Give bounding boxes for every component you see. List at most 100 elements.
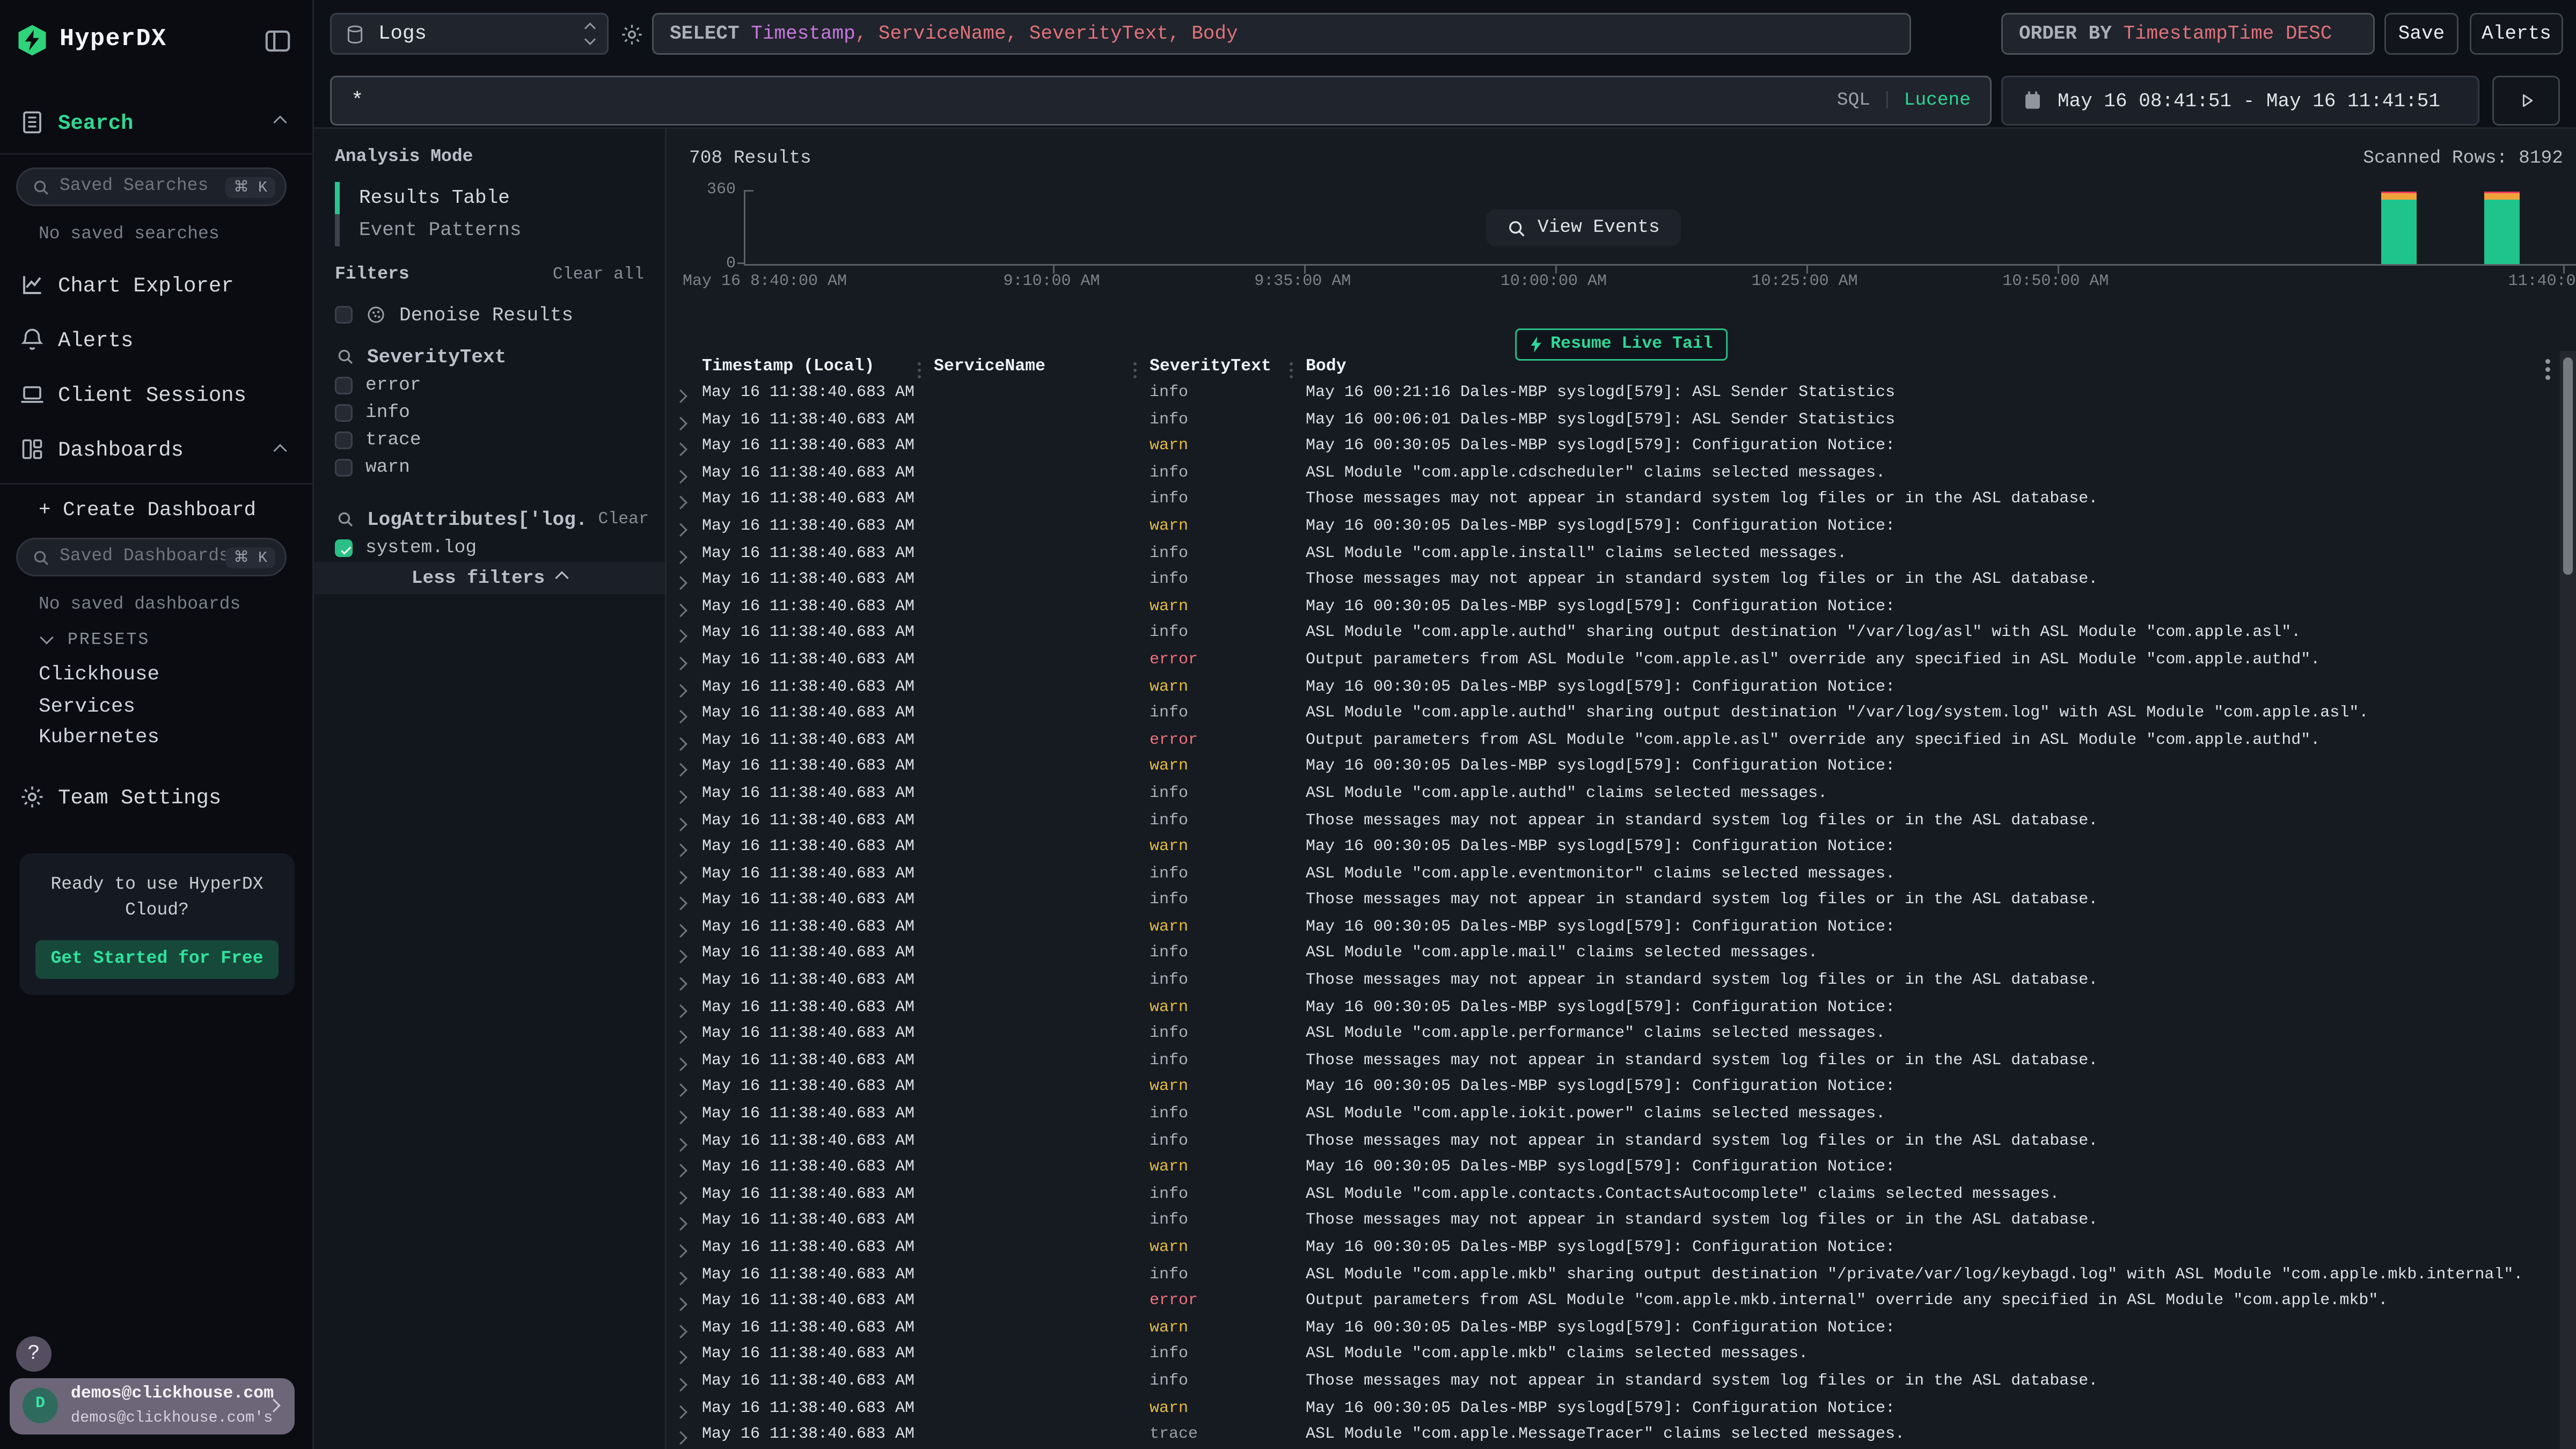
expand-row-chevron-icon[interactable] [675,630,687,642]
analysis-mode-option[interactable]: Event Patterns [335,214,646,246]
log-row[interactable]: May 16 11:38:40.683 AMwarnMay 16 00:30:0… [667,1318,2560,1345]
log-row[interactable]: May 16 11:38:40.683 AMinfoASL Module "co… [667,864,2560,891]
log-row[interactable]: May 16 11:38:40.683 AMwarnMay 16 00:30:0… [667,757,2560,784]
expand-row-chevron-icon[interactable] [675,390,687,402]
log-row[interactable]: May 16 11:38:40.683 AMinfoASL Module "co… [667,704,2560,730]
expand-row-chevron-icon[interactable] [675,496,687,509]
log-row[interactable]: May 16 11:38:40.683 AMinfoASL Module "co… [667,624,2560,650]
histogram-bar[interactable] [2484,191,2520,264]
saved-dashboards-input[interactable]: Saved Dashboards ⌘ K [16,538,287,576]
log-row[interactable]: May 16 11:38:40.683 AMwarnMay 16 00:30:0… [667,918,2560,945]
expand-row-chevron-icon[interactable] [675,470,687,482]
checkbox-checked[interactable] [335,539,353,557]
alerts-button[interactable]: Alerts [2470,13,2563,55]
log-row[interactable]: May 16 11:38:40.683 AMinfoThose messages… [667,971,2560,998]
checkbox[interactable] [335,404,353,422]
expand-row-chevron-icon[interactable] [675,1271,687,1283]
log-row[interactable]: May 16 11:38:40.683 AMinfoThose messages… [667,1051,2560,1078]
facet-option-system.log[interactable]: system.log [335,535,646,562]
expand-row-chevron-icon[interactable] [675,870,687,883]
log-row[interactable]: May 16 11:38:40.683 AMwarnMay 16 00:30:0… [667,1078,2560,1104]
expand-row-chevron-icon[interactable] [675,764,687,776]
create-dashboard-button[interactable]: + Create Dashboard [39,499,256,522]
presets-chevron-icon[interactable] [40,631,53,644]
order-by-input[interactable]: ORDER BY TimestampTime DESC [2001,13,2375,55]
log-row[interactable]: May 16 11:38:40.683 AMinfoASL Module "co… [667,463,2560,490]
log-row[interactable]: May 16 11:38:40.683 AMinfoThose messages… [667,490,2560,517]
user-menu[interactable]: D demos@clickhouse.com demos@clickhouse.… [10,1378,295,1435]
denoise-checkbox[interactable] [335,306,353,324]
sidebar-item-alerts[interactable]: Alerts [58,328,133,353]
log-row[interactable]: May 16 11:38:40.683 AMinfoMay 16 00:21:1… [667,383,2560,410]
log-row[interactable]: May 16 11:38:40.683 AMinfoASL Module "co… [667,1345,2560,1372]
expand-row-chevron-icon[interactable] [675,977,687,990]
facet-option-warn[interactable]: warn [335,454,646,481]
saved-searches-input[interactable]: Saved Searches ⌘ K [16,167,287,206]
clear-all-link[interactable]: Clear all [553,266,644,285]
expand-row-chevron-icon[interactable] [675,1245,687,1257]
log-row[interactable]: May 16 11:38:40.683 AMinfoASL Module "co… [667,1104,2560,1131]
log-row[interactable]: May 16 11:38:40.683 AMwarnMay 16 00:30:0… [667,837,2560,864]
checkbox[interactable] [335,431,353,449]
sidebar-item-team-settings[interactable]: Team Settings [58,786,221,810]
source-settings-gear-icon[interactable] [620,23,644,47]
expand-row-chevron-icon[interactable] [675,1084,687,1096]
log-row[interactable]: May 16 11:38:40.683 AMwarnMay 16 00:30:0… [667,998,2560,1024]
sidebar-item-client-sessions[interactable]: Client Sessions [58,383,246,407]
checkbox[interactable] [335,459,353,477]
sidebar-item-chart-explorer[interactable]: Chart Explorer [58,274,234,298]
expand-row-chevron-icon[interactable] [675,656,687,669]
get-started-button[interactable]: Get Started for Free [35,940,279,979]
log-row[interactable]: May 16 11:38:40.683 AMinfoASL Module "co… [667,1265,2560,1292]
facet-option-trace[interactable]: trace [335,427,646,454]
expand-row-chevron-icon[interactable] [675,443,687,455]
log-row[interactable]: May 16 11:38:40.683 AMinfoASL Module "co… [667,944,2560,971]
analysis-mode-option[interactable]: Results Table [335,182,646,214]
view-events-button[interactable]: View Events [1486,209,1681,246]
log-row[interactable]: May 16 11:38:40.683 AMwarnMay 16 00:30:0… [667,677,2560,704]
expand-row-chevron-icon[interactable] [675,603,687,616]
expand-row-chevron-icon[interactable] [675,1111,687,1123]
facet-option-info[interactable]: info [335,399,646,427]
log-row[interactable]: May 16 11:38:40.683 AMinfoThose messages… [667,1131,2560,1158]
expand-row-chevron-icon[interactable] [675,1378,687,1390]
dashboards-collapse-chevron-icon[interactable] [273,444,287,457]
expand-row-chevron-icon[interactable] [675,416,687,428]
log-row[interactable]: May 16 11:38:40.683 AMwarnMay 16 00:30:0… [667,437,2560,464]
sidebar-item-search[interactable]: Search [58,111,133,135]
log-row[interactable]: May 16 11:38:40.683 AMerrorOutput parame… [667,650,2560,677]
column-resize-handle[interactable] [1133,362,1137,365]
expand-row-chevron-icon[interactable] [675,1218,687,1230]
log-row[interactable]: May 16 11:38:40.683 AMinfoThose messages… [667,891,2560,918]
log-row[interactable]: May 16 11:38:40.683 AMinfoASL Module "co… [667,1024,2560,1051]
help-button[interactable]: ? [16,1336,52,1372]
denoise-filter[interactable]: Denoise Results [335,301,573,328]
column-header-body[interactable]: Body [1306,357,2550,377]
search-query-input[interactable]: * SQL | Lucene [330,76,1992,126]
sidebar-item-dashboards[interactable]: Dashboards [58,438,184,462]
search-collapse-chevron-icon[interactable] [273,115,287,129]
facet-clear-link[interactable]: Clear [598,510,649,529]
log-row[interactable]: May 16 11:38:40.683 AMwarnMay 16 00:30:0… [667,1399,2560,1425]
facet-option-error[interactable]: error [335,372,646,399]
log-row[interactable]: May 16 11:38:40.683 AMwarnMay 16 00:30:0… [667,597,2560,624]
sidebar-preset-clickhouse[interactable]: Clickhouse [39,663,159,686]
expand-row-chevron-icon[interactable] [675,523,687,535]
expand-row-chevron-icon[interactable] [675,1351,687,1364]
sidebar-preset-services[interactable]: Services [39,695,135,718]
log-row[interactable]: May 16 11:38:40.683 AMinfoASL Module "co… [667,544,2560,570]
log-row[interactable]: May 16 11:38:40.683 AMinfoMay 16 00:06:0… [667,410,2560,437]
save-button[interactable]: Save [2384,13,2458,55]
log-row[interactable]: May 16 11:38:40.683 AMerrorOutput parame… [667,730,2560,757]
expand-row-chevron-icon[interactable] [675,1404,687,1417]
less-filters-button[interactable]: Less filters [314,562,665,594]
column-header-timestamp[interactable]: Timestamp (Local) [702,357,874,377]
expand-row-chevron-icon[interactable] [675,737,687,749]
date-range-picker[interactable]: May 16 08:41:51 - May 16 11:41:51 [2001,76,2479,126]
expand-row-chevron-icon[interactable] [675,1431,687,1444]
log-row[interactable]: May 16 11:38:40.683 AMwarnMay 16 00:30:0… [667,517,2560,544]
mode-sql[interactable]: SQL [1837,90,1870,111]
table-options-kebab-icon[interactable] [2545,359,2550,364]
sidebar-preset-kubernetes[interactable]: Kubernetes [39,726,159,749]
source-select[interactable]: Logs [330,13,609,55]
